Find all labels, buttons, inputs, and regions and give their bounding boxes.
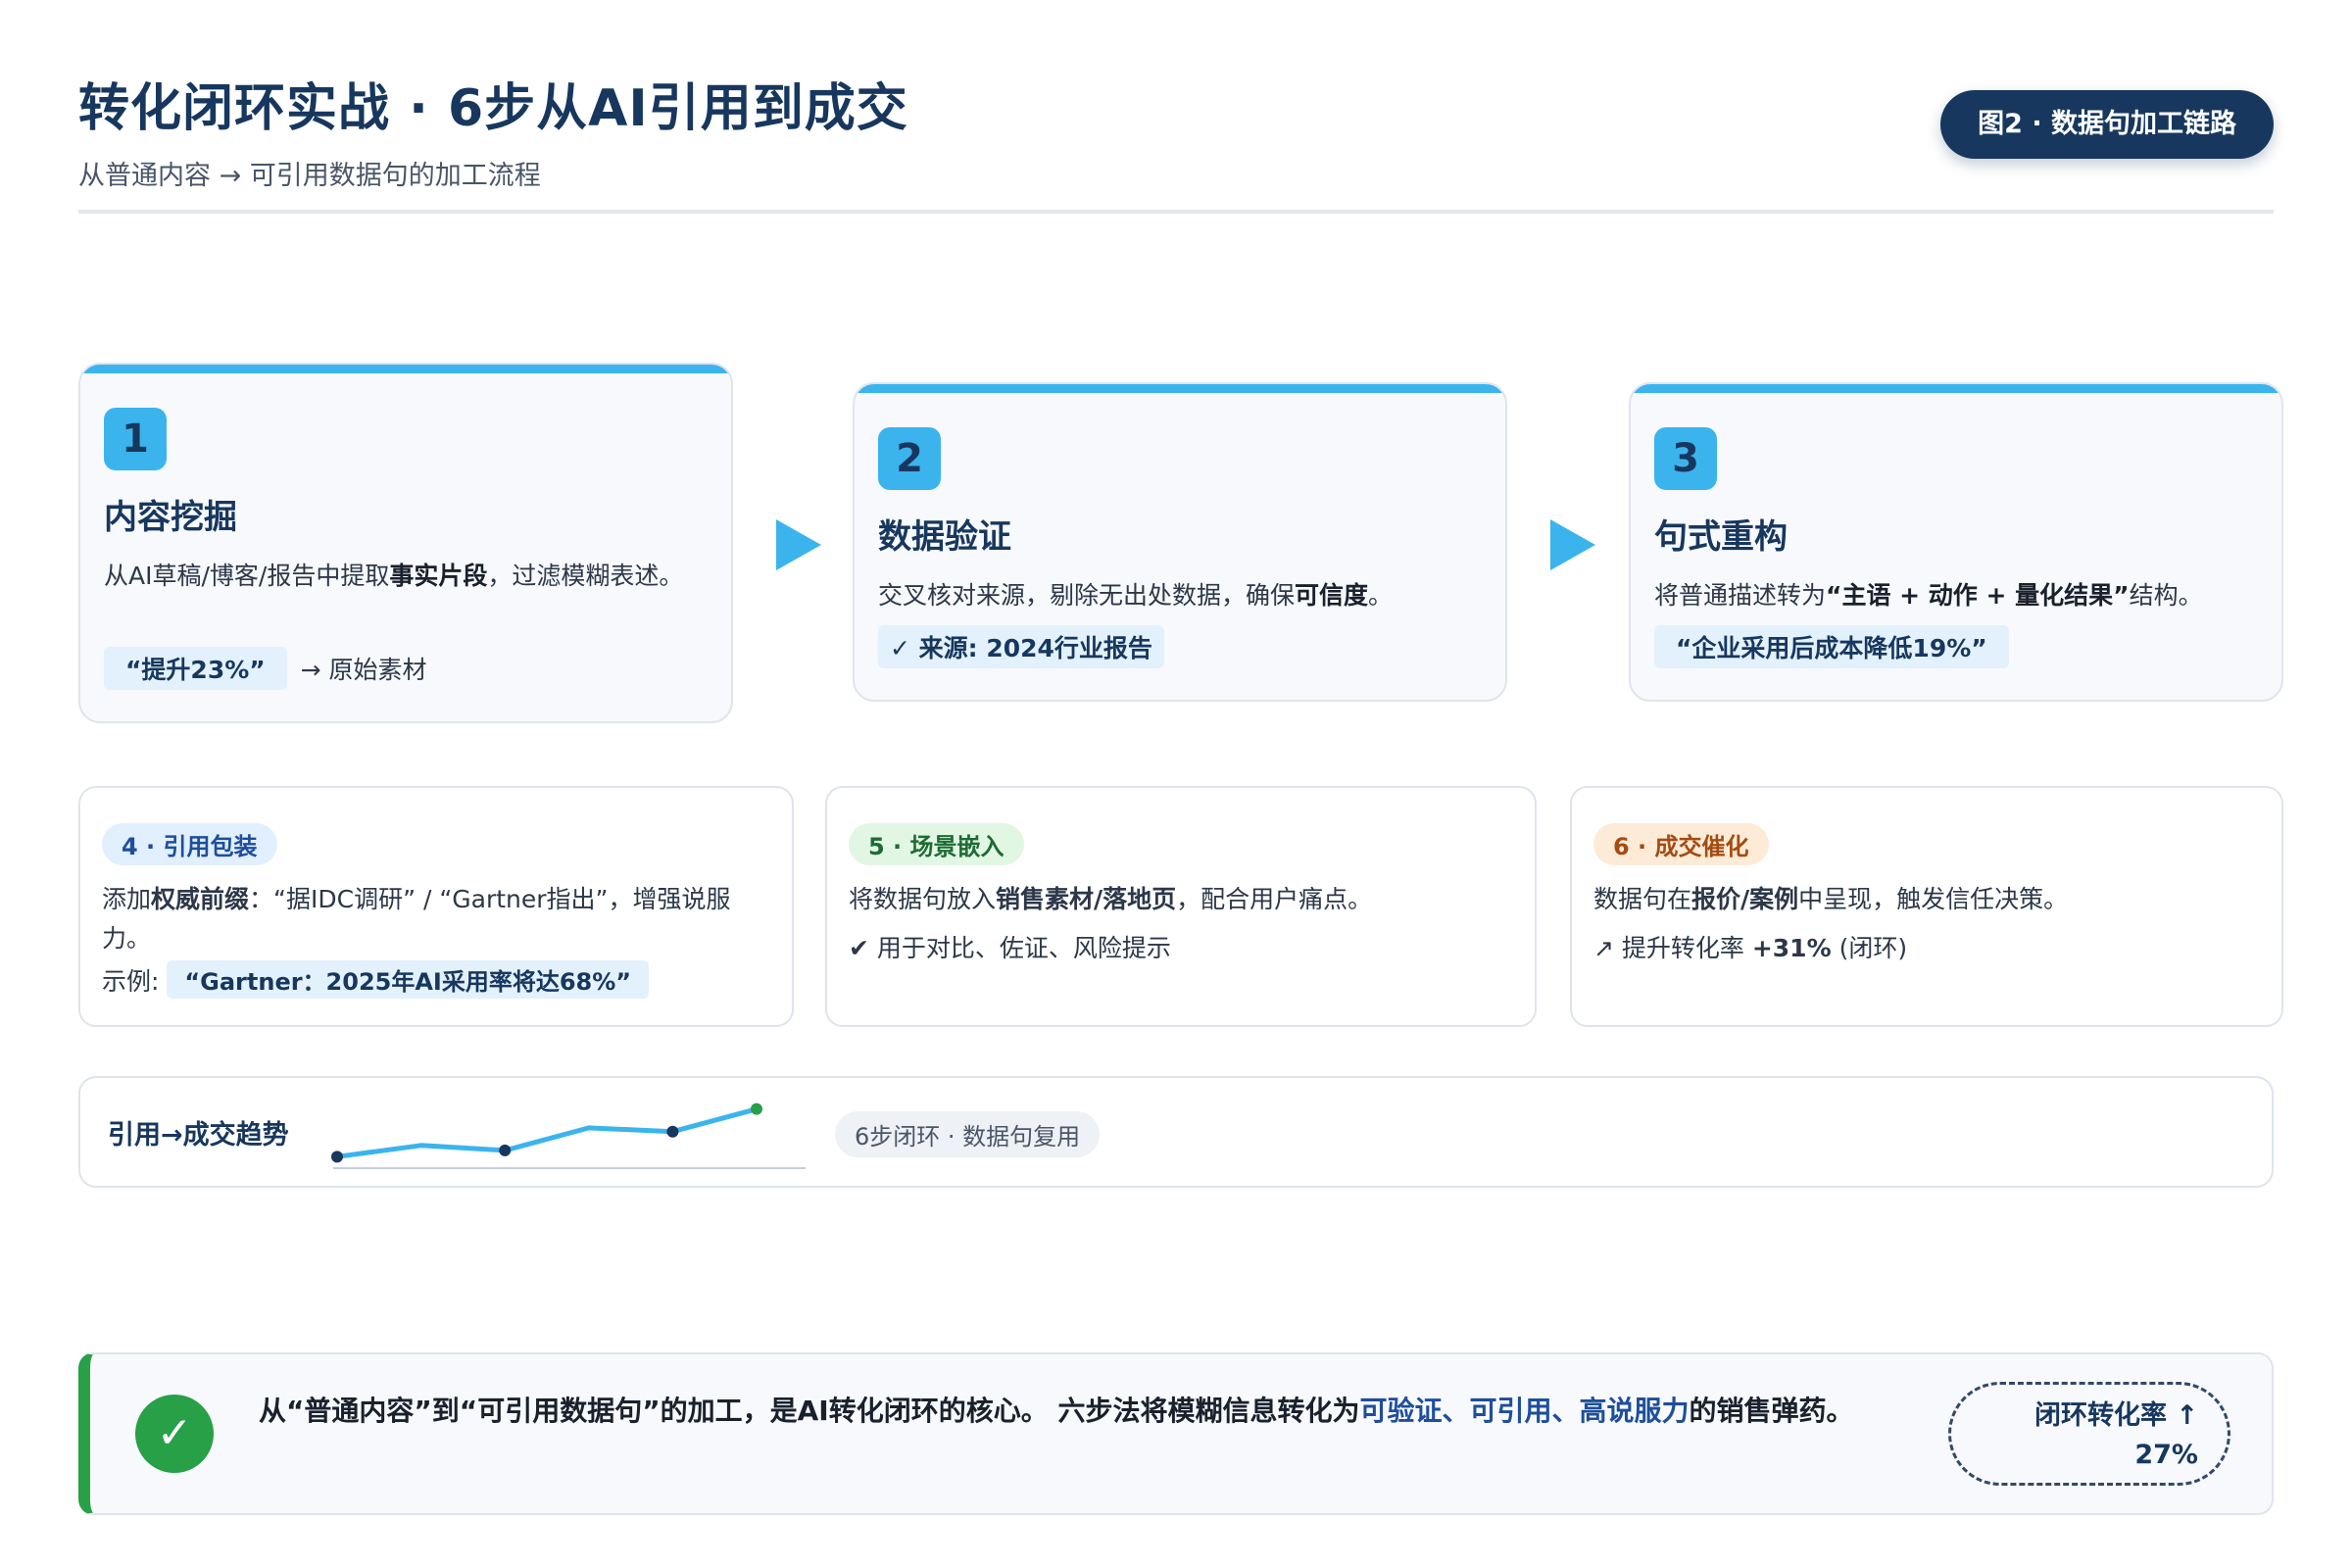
step-description: 添加权威前缀：“据IDC调研” / “Gartner指出”，增强说服力。 <box>102 885 731 953</box>
step-title: 数据验证 <box>878 517 1011 557</box>
step-card-1: 1 内容挖掘 从AI草稿/博客/报告中提取事实片段，过滤模糊表述。 “提升23%… <box>78 363 733 723</box>
check-icon: ✓ <box>135 1395 214 1473</box>
trend-panel: 引用→成交趋势 6步闭环 · 数据句复用 <box>78 1076 2274 1188</box>
trend-pill: 6步闭环 · 数据句复用 <box>835 1111 1101 1157</box>
page-subtitle: 从普通内容 → 可引用数据句的加工流程 <box>78 161 541 191</box>
step-description: 将普通描述转为“主语 + 动作 + 量化结果”结构。 <box>1654 581 2203 610</box>
step-chip: “提升23%” <box>104 647 287 690</box>
step-example: 示例: “Gartner：2025年AI采用率将达68%” <box>102 960 772 999</box>
trend-sparkline <box>331 1102 806 1169</box>
step-number: 3 <box>1654 427 1717 490</box>
step-title: 内容挖掘 <box>104 498 237 537</box>
header: 转化闭环实战 · 6步从AI引用到成交 从普通内容 → 可引用数据句的加工流程 … <box>78 67 2274 214</box>
step-description: 将数据句放入销售素材/落地页，配合用户痛点。 <box>849 885 1373 913</box>
summary-panel: ✓ 从“普通内容”到“可引用数据句”的加工，是AI转化闭环的核心。 六步法将模糊… <box>78 1352 2274 1515</box>
step-chip: ✓ 来源: 2024行业报告 <box>878 625 1164 668</box>
conversion-rate-badge: 闭环转化率 ↑ 27% <box>1948 1382 2230 1486</box>
example-chip: “Gartner：2025年AI采用率将达68%” <box>167 960 650 999</box>
step-chip-note: → 原始素材 <box>300 656 427 684</box>
step-card-3: 3 句式重构 将普通描述转为“主语 + 动作 + 量化结果”结构。 “企业采用后… <box>1629 382 2283 702</box>
step-number: 2 <box>878 427 941 490</box>
step-chip: “企业采用后成本降低19%” <box>1654 625 2009 668</box>
sparkline-path <box>334 1106 760 1159</box>
sparkline-point <box>499 1144 512 1156</box>
arrow-right-icon <box>1550 519 1595 570</box>
step-description: 交叉核对来源，剔除无出处数据，确保可信度。 <box>878 581 1394 610</box>
step-chip-row: “提升23%” → 原始素材 <box>104 647 427 690</box>
step-card-6: 6 · 成交催化 数据句在报价/案例中呈现，触发信任决策。 ↗ 提升转化率 +3… <box>1570 786 2283 1027</box>
step-description: 数据句在报价/案例中呈现，触发信任决策。 <box>1593 885 2069 913</box>
rate-label: 闭环转化率 ↑ <box>2034 1400 2198 1431</box>
step-description: 从AI草稿/博客/报告中提取事实片段，过滤模糊表述。 <box>104 562 684 590</box>
rate-value: 27% <box>2134 1440 2198 1470</box>
step-number: 1 <box>104 408 167 470</box>
figure-badge: 图2 · 数据句加工链路 <box>1940 90 2274 159</box>
step-chip-row: “企业采用后成本降低19%” <box>1654 625 2009 668</box>
step-card-2: 2 数据验证 交叉核对来源，剔除无出处数据，确保可信度。 ✓ 来源: 2024行… <box>853 382 1507 702</box>
sparkline-point <box>331 1151 343 1163</box>
step-tag: 6 · 成交催化 <box>1593 823 1769 865</box>
summary-text: 从“普通内容”到“可引用数据句”的加工，是AI转化闭环的核心。 六步法将模糊信息… <box>259 1395 1854 1427</box>
step-card-4: 4 · 引用包装 添加权威前缀：“据IDC调研” / “Gartner指出”，增… <box>78 786 794 1027</box>
step-note: ↗ 提升转化率 +31% (闭环) <box>1593 934 1908 962</box>
step-tag: 5 · 场景嵌入 <box>849 823 1024 865</box>
sparkline-point <box>751 1102 762 1115</box>
step-title: 句式重构 <box>1654 517 1788 557</box>
step-tag: 4 · 引用包装 <box>102 823 277 865</box>
sparkline-point <box>666 1125 679 1138</box>
step-chip-row: ✓ 来源: 2024行业报告 <box>878 625 1164 668</box>
step-card-5: 5 · 场景嵌入 将数据句放入销售素材/落地页，配合用户痛点。 ✔ 用于对比、佐… <box>825 786 1537 1027</box>
trend-label: 引用→成交趋势 <box>108 1120 289 1151</box>
step-note: ✔ 用于对比、佐证、风险提示 <box>849 934 1171 962</box>
arrow-right-icon <box>776 519 821 570</box>
